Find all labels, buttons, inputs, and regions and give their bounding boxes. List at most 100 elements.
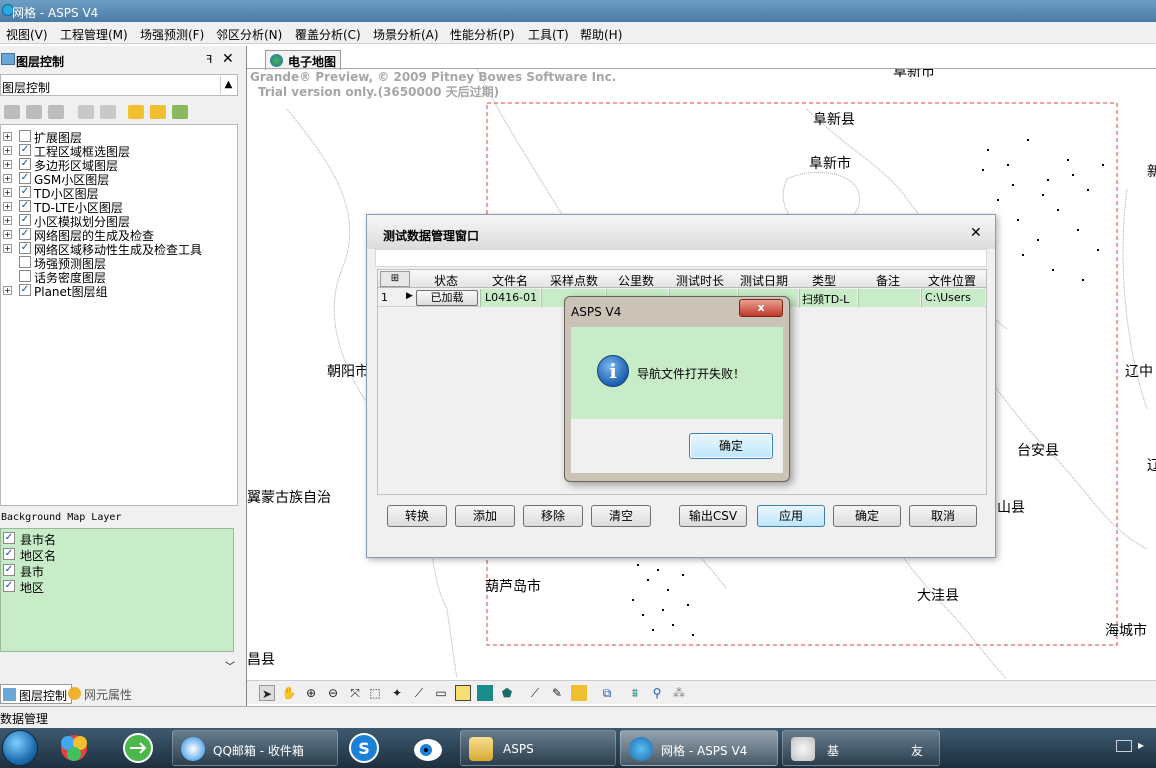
layer-checkbox[interactable]: ✓ — [19, 242, 31, 254]
layer-checkbox[interactable]: ✓ — [19, 284, 31, 296]
remove-button[interactable]: 移除 — [523, 505, 583, 527]
line-tool-icon[interactable]: ⟋ — [527, 685, 543, 701]
cell-tool-icon[interactable]: ⩩ — [627, 685, 643, 701]
background-layer-list[interactable]: ✓ 县市名 ✓ 地区名 ✓ 县市 ✓ 地区 — [0, 528, 234, 652]
message-ok-button[interactable]: 确定 — [689, 433, 773, 459]
add-button[interactable]: 添加 — [455, 505, 515, 527]
pointer-icon[interactable]: ➤ — [259, 685, 275, 701]
expand-icon[interactable]: + — [3, 244, 12, 253]
column-header[interactable]: 公里数 — [618, 272, 654, 289]
task-asps-grid[interactable]: 网格 - ASPS V4 — [620, 730, 778, 766]
layer-control-combo[interactable]: 图层控制 ▲ — [0, 74, 238, 96]
layer-up-icon[interactable] — [78, 105, 94, 119]
expand-icon[interactable]: + — [3, 202, 12, 211]
select-point-icon[interactable]: ✦ — [389, 685, 405, 701]
column-header[interactable]: 类型 — [812, 272, 836, 289]
dialog-titlebar[interactable]: 测试数据管理窗口 ✕ — [367, 215, 995, 249]
cell-location[interactable]: C:\Users — [921, 289, 985, 307]
message-box-close-button[interactable]: x — [739, 299, 783, 317]
ok-button[interactable]: 确定 — [833, 505, 901, 527]
pan-hand-icon[interactable]: ✋ — [281, 685, 297, 701]
grid-tool-icon[interactable] — [571, 685, 587, 701]
expand-icon[interactable]: + — [3, 160, 12, 169]
column-header[interactable]: 文件位置 — [928, 272, 976, 289]
layer-tree[interactable]: + 扩展图层 + ✓ 工程区域框选图层 + ✓ 多边形区域图层 + ✓ GSM小区图层 + ✓ TD小区图… — [0, 124, 238, 506]
dialog-close-button[interactable]: ✕ — [970, 225, 982, 241]
weibo-icon[interactable] — [404, 731, 452, 765]
expand-icon[interactable]: + — [3, 216, 12, 225]
column-header[interactable]: 测试日期 — [740, 272, 788, 289]
cancel-button[interactable]: 取消 — [909, 505, 977, 527]
expand-icon[interactable]: + — [3, 132, 12, 141]
column-header[interactable]: 状态 — [434, 272, 458, 289]
layer-tool-3-icon[interactable] — [48, 105, 64, 119]
menu-performance-analysis[interactable]: 性能分析(P) — [450, 26, 515, 43]
loaded-status-button[interactable]: 已加载 — [416, 290, 478, 306]
layer-checkbox[interactable]: ✓ — [3, 580, 15, 592]
cell-file-name[interactable]: L0416-01 — [480, 289, 540, 307]
chevron-up-icon[interactable]: ▲ — [220, 76, 236, 94]
ruler-icon[interactable]: ▭ — [433, 685, 449, 701]
task-chat[interactable]: 基 友 — [782, 730, 940, 766]
menu-neighbor-analysis[interactable]: 邻区分析(N) — [216, 26, 282, 43]
layer-checkbox[interactable]: ✓ — [3, 548, 15, 560]
folder-layer-icon[interactable] — [150, 105, 166, 119]
cell-note[interactable] — [858, 289, 920, 307]
apply-button[interactable]: 应用 — [757, 505, 825, 527]
column-header[interactable]: 文件名 — [492, 272, 528, 289]
layer-checkbox[interactable]: ✓ — [3, 564, 15, 576]
layer-checkbox[interactable]: ✓ — [19, 200, 31, 212]
layer-checkbox[interactable]: ✓ — [19, 172, 31, 184]
layer-checkbox[interactable] — [19, 130, 31, 142]
zoom-out-icon[interactable]: ⊖ — [325, 685, 341, 701]
layer-tool-1-icon[interactable] — [4, 105, 20, 119]
column-header[interactable]: 备注 — [876, 272, 900, 289]
antenna-tool-icon[interactable]: ⚲ — [649, 685, 665, 701]
expand-icon[interactable]: + — [3, 286, 12, 295]
layer-down-icon[interactable] — [100, 105, 116, 119]
layer-checkbox[interactable]: ✓ — [19, 186, 31, 198]
full-extent-icon[interactable]: ⤧ — [347, 685, 363, 701]
window-titlebar[interactable]: 网格 - ASPS V4 — [0, 0, 1156, 22]
layer-tool-2-icon[interactable] — [26, 105, 42, 119]
fill-tool-icon[interactable] — [477, 685, 493, 701]
pinned-app-icon[interactable] — [50, 731, 98, 765]
menu-coverage-analysis[interactable]: 覆盖分析(C) — [295, 26, 361, 43]
menu-help[interactable]: 帮助(H) — [580, 26, 622, 43]
cell-type[interactable]: 扫频TD-L — [799, 289, 857, 307]
polygon-tool-icon[interactable]: ⬟ — [499, 685, 515, 701]
keyboard-icon[interactable] — [1116, 740, 1132, 752]
zoom-in-icon[interactable]: ⊕ — [303, 685, 319, 701]
convert-button[interactable]: 转换 — [387, 505, 447, 527]
menu-view[interactable]: 视图(V) — [6, 26, 48, 43]
select-rect-icon[interactable]: ⬚ — [367, 685, 383, 701]
layer-checkbox[interactable] — [19, 256, 31, 268]
chevron-down-icon[interactable]: ﹀ — [222, 658, 238, 676]
expand-icon[interactable]: + — [3, 174, 12, 183]
rectangle-tool-icon[interactable] — [455, 685, 471, 701]
tray-expand-icon[interactable]: ▸ — [1138, 738, 1144, 752]
measure-icon[interactable]: ⟋ — [411, 685, 427, 701]
expand-icon[interactable]: + — [3, 146, 12, 155]
layer-checkbox[interactable]: ✓ — [19, 228, 31, 240]
clear-button[interactable]: 清空 — [591, 505, 651, 527]
menu-tools[interactable]: 工具(T) — [528, 26, 569, 43]
tab-layer-control[interactable]: 图层控制 — [0, 684, 73, 704]
menu-scene-analysis[interactable]: 场景分析(A) — [373, 26, 439, 43]
layer-checkbox[interactable]: ✓ — [19, 158, 31, 170]
column-header[interactable]: 测试时长 — [676, 272, 724, 289]
layer-checkbox[interactable] — [19, 270, 31, 282]
start-button[interactable] — [2, 730, 38, 766]
network-tool-icon[interactable]: ⧉ — [599, 685, 615, 701]
tab-element-properties[interactable]: 网元属性 — [66, 684, 136, 704]
menu-project[interactable]: 工程管理(M) — [60, 26, 128, 43]
layer-checkbox[interactable]: ✓ — [19, 144, 31, 156]
export-csv-button[interactable]: 输出CSV — [679, 505, 747, 527]
panel-close-button[interactable]: ✕ — [222, 51, 234, 67]
menu-field-prediction[interactable]: 场强预测(F) — [140, 26, 204, 43]
expand-icon[interactable]: + — [3, 230, 12, 239]
add-layer-icon[interactable] — [128, 105, 144, 119]
column-header[interactable]: 采样点数 — [550, 272, 598, 289]
select-all-icon[interactable]: ⊞ — [380, 271, 410, 287]
browser-icon[interactable] — [114, 731, 162, 765]
